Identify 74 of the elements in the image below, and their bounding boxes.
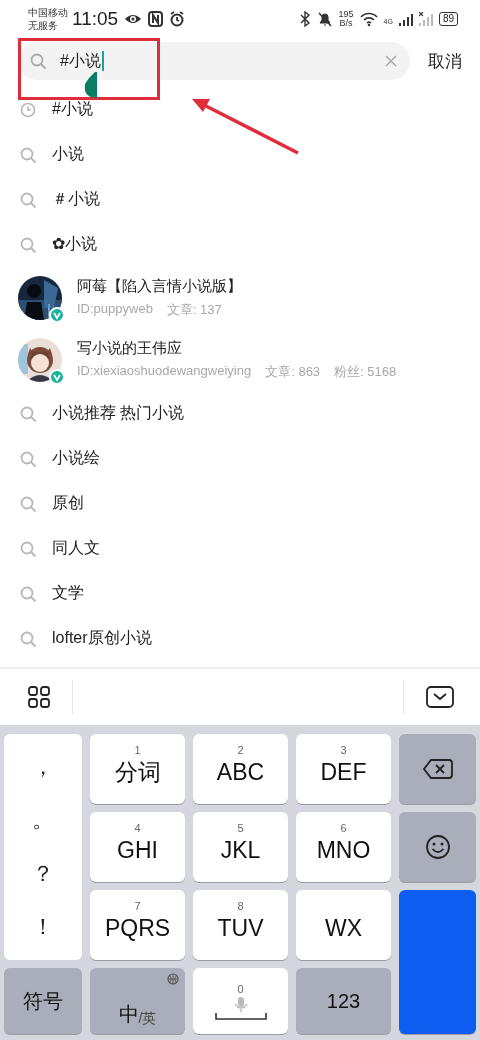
search-field[interactable]: #小说 [18, 42, 410, 80]
alarm-icon [169, 11, 186, 27]
carrier-name: 中国移动 [28, 6, 68, 19]
battery-level: 89 [438, 12, 458, 26]
history-item[interactable]: #小说 [0, 87, 480, 132]
letter-key[interactable]: 4 GHI [90, 812, 185, 882]
text-cursor [101, 51, 104, 71]
search-text: #小说 [60, 50, 101, 71]
search-icon [20, 450, 36, 467]
letter-key[interactable]: 3 DEF [296, 734, 391, 804]
suggestion-item[interactable]: 小说 [0, 132, 480, 177]
function-key[interactable]: 符号 [4, 968, 82, 1034]
emoji-key[interactable] [399, 812, 476, 882]
punctuation-key[interactable]: ？ [32, 858, 54, 889]
grid-menu-icon[interactable] [28, 686, 50, 708]
punctuation-key[interactable]: ， [32, 751, 54, 782]
history-icon [20, 101, 36, 118]
user-stat: 粉丝: 5168 [334, 363, 397, 381]
clock-time: 11:05 [72, 8, 119, 30]
wifi-icon [359, 11, 378, 27]
search-icon [20, 540, 36, 557]
letter-key[interactable]: 1 分词 [90, 734, 185, 804]
letter-key[interactable]: WX [296, 890, 391, 960]
function-key[interactable]: 123 [296, 968, 391, 1034]
punctuation-key[interactable]: 。 [32, 805, 54, 836]
user-stat: 文章: 137 [166, 301, 222, 319]
user-name: 写小说的王伟应 [77, 339, 183, 358]
search-icon [20, 630, 36, 647]
letter-key[interactable]: 2 ABC [193, 734, 288, 804]
letter-key[interactable]: 7 PQRS [90, 890, 185, 960]
backspace-key[interactable] [399, 734, 476, 804]
user-name: 阿莓【陷入言情小说版】 [77, 277, 242, 296]
carrier-status: 无服务 [28, 19, 59, 32]
letter-key[interactable]: 6 MNO [296, 812, 391, 882]
space-bar-icon [214, 1012, 267, 1020]
net-speed-unit: B/s [339, 19, 353, 28]
hide-keyboard-icon[interactable] [426, 686, 454, 708]
suggestion-item[interactable]: 文学 [0, 571, 480, 616]
signal-icon [398, 12, 413, 26]
suggestion-item[interactable]: 同人文 [0, 526, 480, 571]
user-result[interactable]: 阿莓【陷入言情小说版】 ID:puppyweb 文章: 137 [0, 267, 480, 329]
suggestion-item[interactable]: 原创 [0, 481, 480, 526]
user-id: ID:xiexiaoshuodewangweiying [77, 363, 252, 380]
bluetooth-icon [298, 11, 311, 27]
search-icon [20, 146, 36, 163]
suggestion-item[interactable]: 小说绘 [0, 436, 480, 481]
search-icon [20, 495, 36, 512]
letter-key[interactable]: 5 JKL [193, 812, 288, 882]
user-id: ID:puppyweb [77, 301, 153, 318]
net-speed-value: 195 [338, 10, 354, 19]
search-icon [30, 53, 46, 69]
cursor-handle-icon [84, 72, 97, 98]
cancel-button[interactable]: 取消 [424, 45, 466, 77]
no-signal-icon [418, 12, 433, 26]
search-icon [20, 236, 36, 253]
suggestion-item[interactable]: 小说推荐 热门小说 [0, 391, 480, 436]
user-result[interactable]: 写小说的王伟应 ID:xiexiaoshuodewangweiying 文章: 863 粉丝: 5168 [0, 329, 480, 391]
space-key[interactable]: 0 [193, 968, 288, 1034]
suggestion-item[interactable]: ✿小说 [0, 222, 480, 267]
globe-icon [167, 973, 179, 985]
smiley-icon [425, 835, 450, 859]
muted-bell-icon [316, 11, 333, 27]
eye-icon [124, 12, 143, 26]
nfc-icon [148, 11, 164, 27]
letter-key[interactable]: 8 TUV [193, 890, 288, 960]
backspace-icon [422, 758, 453, 780]
search-icon [20, 405, 36, 422]
punctuation-key[interactable]: ！ [32, 912, 54, 943]
user-stat: 文章: 863 [265, 363, 321, 381]
microphone-icon [232, 996, 249, 1013]
search-icon [20, 585, 36, 602]
search-icon [20, 191, 36, 208]
suggestion-item[interactable]: lofter原创小说 [0, 616, 480, 661]
suggestion-item[interactable]: ＃小说 [0, 177, 480, 222]
